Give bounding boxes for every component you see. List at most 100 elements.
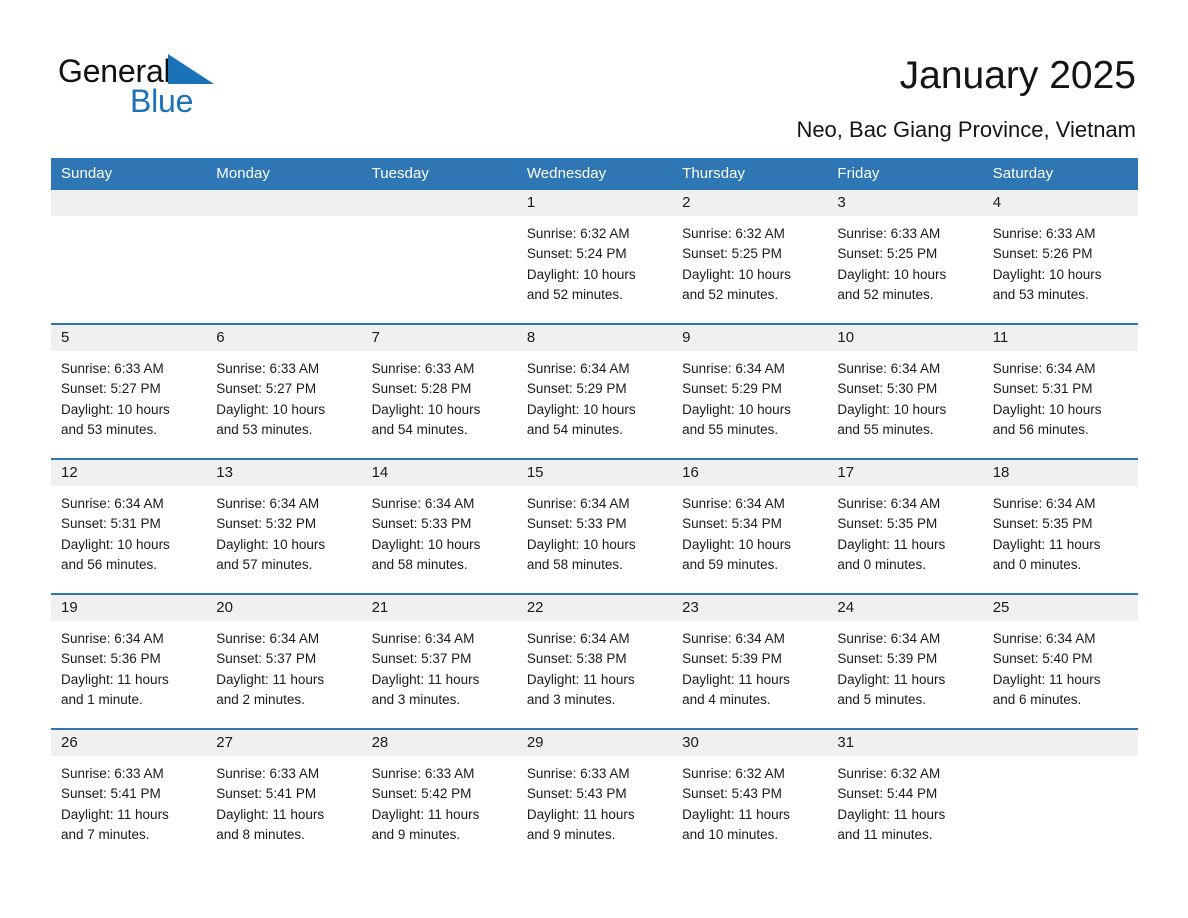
- daylight-duration-line1: Daylight: 11 hours: [837, 806, 946, 822]
- sunset-time: Sunset: 5:27 PM: [216, 381, 317, 397]
- daylight-duration-line1: Daylight: 11 hours: [682, 671, 790, 687]
- calendar-day-cell[interactable]: 25 Sunrise: 6:34 AM Sunset: 5:40 PM Dayligh…: [982, 593, 1138, 729]
- day-details: Sunrise: 6:34 AM Sunset: 5:35 PM Daylight:…: [983, 486, 1138, 575]
- calendar-day-cell[interactable]: 18 Sunrise: 6:34 AM Sunset: 5:35 PM Dayligh…: [982, 458, 1138, 594]
- day-number: 17: [827, 460, 983, 486]
- day-number: [982, 730, 1138, 756]
- sunset-time: Sunset: 5:33 PM: [371, 516, 472, 532]
- calendar-day-cell[interactable]: 26 Sunrise: 6:33 AM Sunset: 5:41 PM Dayligh…: [51, 728, 207, 863]
- day-cell-inner: 27 Sunrise: 6:33 AM Sunset: 5:41 PM Dayligh…: [206, 730, 362, 863]
- day-details: Sunrise: 6:34 AM Sunset: 5:34 PM Daylight:…: [672, 486, 827, 575]
- calendar-day-cell[interactable]: 30 Sunrise: 6:32 AM Sunset: 5:43 PM Dayligh…: [672, 728, 828, 863]
- day-cell-inner: 25 Sunrise: 6:34 AM Sunset: 5:40 PM Dayligh…: [982, 595, 1138, 728]
- daylight-duration-line2: and 5 minutes.: [837, 691, 926, 707]
- calendar-day-cell[interactable]: 3 Sunrise: 6:33 AM Sunset: 5:25 PM Daylight…: [827, 190, 983, 324]
- calendar-day-cell[interactable]: 12 Sunrise: 6:34 AM Sunset: 5:31 PM Dayligh…: [51, 458, 207, 594]
- sunrise-time: Sunrise: 6:33 AM: [526, 766, 630, 781]
- day-details: Sunrise: 6:34 AM Sunset: 5:36 PM Daylight:…: [51, 621, 206, 710]
- daylight-duration-line2: and 3 minutes.: [371, 691, 461, 707]
- calendar-day-cell[interactable]: 11 Sunrise: 6:34 AM Sunset: 5:31 PM Dayligh…: [982, 323, 1138, 459]
- calendar-day-cell: [982, 728, 1138, 863]
- daylight-duration-line1: Daylight: 10 hours: [682, 401, 791, 417]
- sunrise-time: Sunrise: 6:34 AM: [837, 631, 941, 646]
- day-cell-inner: 14 Sunrise: 6:34 AM Sunset: 5:33 PM Dayligh…: [361, 460, 517, 593]
- calendar-day-cell[interactable]: 2 Sunrise: 6:32 AM Sunset: 5:25 PM Daylight…: [672, 190, 828, 324]
- calendar-day-cell[interactable]: 17 Sunrise: 6:34 AM Sunset: 5:35 PM Dayligh…: [827, 458, 983, 594]
- calendar-day-cell[interactable]: 4 Sunrise: 6:33 AM Sunset: 5:26 PM Daylight…: [982, 190, 1138, 324]
- calendar-day-cell[interactable]: 15 Sunrise: 6:34 AM Sunset: 5:33 PM Dayligh…: [516, 458, 673, 594]
- sunset-time: Sunset: 5:39 PM: [837, 651, 938, 667]
- day-details: Sunrise: 6:33 AM Sunset: 5:27 PM Daylight:…: [206, 351, 361, 440]
- day-details: Sunrise: 6:32 AM Sunset: 5:25 PM Daylight:…: [672, 216, 827, 305]
- daylight-duration-line1: Daylight: 10 hours: [992, 401, 1102, 417]
- calendar-day-cell[interactable]: 5 Sunrise: 6:33 AM Sunset: 5:27 PM Daylight…: [51, 323, 207, 459]
- calendar-day-cell[interactable]: 21 Sunrise: 6:34 AM Sunset: 5:37 PM Dayligh…: [361, 593, 517, 729]
- daylight-duration-line1: Daylight: 10 hours: [992, 266, 1102, 282]
- day-details: Sunrise: 6:33 AM Sunset: 5:25 PM Daylight:…: [827, 216, 982, 305]
- day-cell-inner: 9 Sunrise: 6:34 AM Sunset: 5:29 PM Daylight…: [672, 325, 828, 458]
- calendar-day-cell[interactable]: 6 Sunrise: 6:33 AM Sunset: 5:27 PM Daylight…: [206, 323, 362, 459]
- day-number: 8: [516, 325, 673, 351]
- calendar-day-cell[interactable]: 14 Sunrise: 6:34 AM Sunset: 5:33 PM Dayligh…: [361, 458, 517, 594]
- sunrise-time: Sunrise: 6:34 AM: [992, 631, 1096, 646]
- sunset-time: Sunset: 5:41 PM: [61, 786, 161, 802]
- day-cell-inner: 20 Sunrise: 6:34 AM Sunset: 5:37 PM Dayligh…: [206, 595, 362, 728]
- calendar-day-cell[interactable]: 20 Sunrise: 6:34 AM Sunset: 5:37 PM Dayligh…: [206, 593, 362, 729]
- sunset-time: Sunset: 5:43 PM: [682, 786, 782, 802]
- day-details: Sunrise: 6:34 AM Sunset: 5:31 PM Daylight:…: [51, 486, 206, 575]
- day-number: 20: [206, 595, 362, 621]
- calendar-day-cell[interactable]: 16 Sunrise: 6:34 AM Sunset: 5:34 PM Dayligh…: [672, 458, 828, 594]
- calendar-day-cell[interactable]: 29 Sunrise: 6:33 AM Sunset: 5:43 PM Dayligh…: [516, 728, 673, 863]
- daylight-duration-line2: and 9 minutes.: [526, 826, 616, 842]
- calendar-day-cell: [361, 190, 517, 324]
- calendar-header-row: Sunday Monday Tuesday Wednesday Thursday…: [51, 158, 1138, 190]
- calendar-day-cell[interactable]: 7 Sunrise: 6:33 AM Sunset: 5:28 PM Daylight…: [361, 323, 517, 459]
- sunrise-time: Sunrise: 6:34 AM: [682, 361, 785, 376]
- general-blue-logo[interactable]: General Blue: [58, 52, 318, 122]
- weekday-header-tuesday: Tuesday: [361, 158, 517, 190]
- calendar-day-cell[interactable]: 23 Sunrise: 6:34 AM Sunset: 5:39 PM Dayligh…: [672, 593, 828, 729]
- day-number: 21: [361, 595, 517, 621]
- day-cell-inner: 30 Sunrise: 6:32 AM Sunset: 5:43 PM Dayligh…: [672, 730, 828, 863]
- day-cell-inner: 18 Sunrise: 6:34 AM Sunset: 5:35 PM Dayligh…: [982, 460, 1138, 593]
- day-cell-inner: 3 Sunrise: 6:33 AM Sunset: 5:25 PM Daylight…: [827, 190, 983, 323]
- calendar-day-cell[interactable]: 31 Sunrise: 6:32 AM Sunset: 5:44 PM Dayligh…: [827, 728, 983, 863]
- day-number: [361, 190, 517, 216]
- weekday-header-thursday: Thursday: [672, 158, 828, 190]
- daylight-duration-line1: Daylight: 11 hours: [682, 806, 790, 822]
- day-number: 18: [982, 460, 1138, 486]
- day-number: 6: [206, 325, 362, 351]
- day-number: 30: [672, 730, 828, 756]
- sunrise-time: Sunrise: 6:34 AM: [837, 496, 941, 511]
- calendar-day-cell[interactable]: 9 Sunrise: 6:34 AM Sunset: 5:29 PM Daylight…: [672, 323, 828, 459]
- calendar-day-cell[interactable]: 28 Sunrise: 6:33 AM Sunset: 5:42 PM Dayligh…: [361, 728, 517, 863]
- day-number: 14: [361, 460, 517, 486]
- day-cell-inner: 22 Sunrise: 6:34 AM Sunset: 5:38 PM Dayligh…: [516, 595, 673, 728]
- calendar-day-cell[interactable]: 8 Sunrise: 6:34 AM Sunset: 5:29 PM Daylight…: [516, 323, 673, 459]
- daylight-duration-line2: and 55 minutes.: [682, 421, 779, 437]
- calendar-day-cell[interactable]: 1 Sunrise: 6:32 AM Sunset: 5:24 PM Daylight…: [516, 190, 673, 324]
- calendar-day-cell[interactable]: 27 Sunrise: 6:33 AM Sunset: 5:41 PM Dayligh…: [206, 728, 362, 863]
- daylight-duration-line2: and 7 minutes.: [61, 826, 150, 842]
- daylight-duration-line1: Daylight: 11 hours: [526, 806, 635, 822]
- calendar-day-cell[interactable]: 10 Sunrise: 6:34 AM Sunset: 5:30 PM Dayligh…: [827, 323, 983, 459]
- calendar-day-cell[interactable]: 13 Sunrise: 6:34 AM Sunset: 5:32 PM Dayligh…: [206, 458, 362, 594]
- calendar-day-cell[interactable]: 24 Sunrise: 6:34 AM Sunset: 5:39 PM Dayligh…: [827, 593, 983, 729]
- day-cell-inner: 29 Sunrise: 6:33 AM Sunset: 5:43 PM Dayligh…: [516, 730, 673, 863]
- daylight-duration-line1: Daylight: 10 hours: [371, 536, 481, 552]
- daylight-duration-line2: and 57 minutes.: [216, 556, 313, 572]
- daylight-duration-line2: and 58 minutes.: [371, 556, 468, 572]
- calendar-day-cell[interactable]: 19 Sunrise: 6:34 AM Sunset: 5:36 PM Dayligh…: [51, 593, 207, 729]
- daylight-duration-line2: and 56 minutes.: [61, 556, 158, 572]
- day-number: 26: [51, 730, 207, 756]
- daylight-duration-line2: and 11 minutes.: [837, 826, 933, 842]
- day-details: Sunrise: 6:34 AM Sunset: 5:30 PM Daylight:…: [827, 351, 982, 440]
- day-details: Sunrise: 6:32 AM Sunset: 5:43 PM Daylight:…: [672, 756, 827, 845]
- weekday-header-sunday: Sunday: [51, 158, 207, 190]
- sunrise-time: Sunrise: 6:34 AM: [682, 496, 785, 511]
- day-cell-inner: [361, 190, 517, 323]
- page-title: January 2025: [899, 54, 1136, 97]
- sunrise-time: Sunrise: 6:34 AM: [371, 496, 475, 511]
- calendar-day-cell[interactable]: 22 Sunrise: 6:34 AM Sunset: 5:38 PM Dayligh…: [516, 593, 673, 729]
- sunrise-time: Sunrise: 6:34 AM: [526, 496, 630, 511]
